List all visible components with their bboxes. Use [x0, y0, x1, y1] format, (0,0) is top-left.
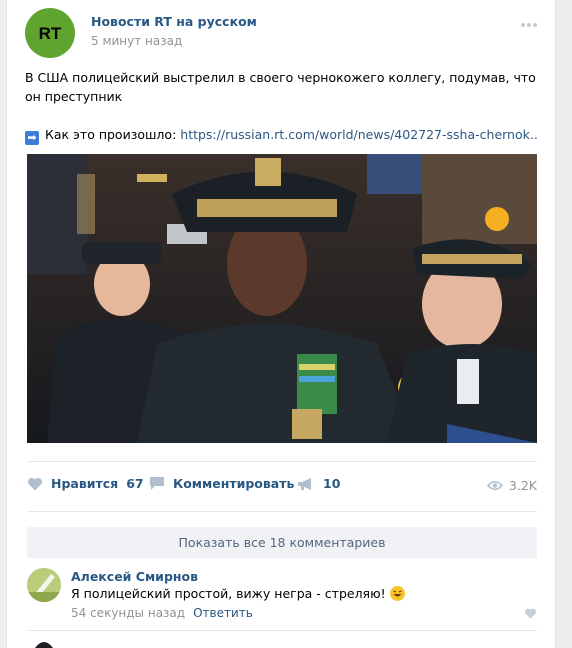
share-count: 10: [323, 476, 341, 491]
avatar-partial-icon: [35, 642, 53, 648]
views-counter: 3.2K: [486, 478, 537, 493]
post-photo[interactable]: [27, 154, 537, 443]
laughing-emoji-icon: [389, 586, 405, 601]
post-time[interactable]: 5 минут назад: [91, 34, 182, 48]
article-link[interactable]: https://russian.rt.com/world/news/402727…: [180, 127, 538, 142]
comment-like-button[interactable]: [524, 608, 537, 623]
comment-author-link[interactable]: Алексей Смирнов: [71, 569, 198, 584]
comment-avatar[interactable]: [27, 568, 61, 602]
group-name-link[interactable]: Новости RT на русском: [91, 14, 257, 29]
rt-logo-icon: RT: [39, 24, 62, 42]
svg-text:RT: RT: [39, 24, 62, 42]
actions-divider: [27, 461, 537, 462]
comment-label: Комментировать: [173, 476, 295, 491]
comment-text: Я полицейский простой, вижу негра - стре…: [71, 586, 405, 601]
photo-police-officers-icon: [27, 154, 537, 443]
show-all-comments-button[interactable]: Показать все 18 комментариев: [27, 527, 537, 558]
reply-button[interactable]: Ответить: [193, 606, 253, 620]
like-button[interactable]: Нравится 67: [27, 476, 144, 491]
megaphone-icon: [298, 477, 311, 490]
like-label: Нравится: [51, 476, 119, 491]
group-avatar[interactable]: RT: [25, 8, 75, 58]
like-count: 67: [126, 476, 144, 491]
heart-icon: [524, 608, 537, 619]
comment-meta: 54 секунды назад Ответить: [71, 606, 253, 620]
post-actions: Нравится 67 Комментировать 10 3.2K: [27, 472, 537, 500]
post-text: В США полицейский выстрелил в своего чер…: [25, 70, 536, 104]
next-comment-partial: [27, 632, 537, 648]
heart-icon: [27, 477, 43, 490]
share-button[interactable]: 10: [297, 476, 340, 491]
comment-divider: [27, 630, 537, 631]
right-arrow-emoji-icon: ➡: [25, 131, 39, 145]
post-link-line: ➡ Как это произошло: https://russian.rt.c…: [25, 125, 545, 145]
views-count: 3.2K: [508, 478, 537, 493]
eye-icon: [486, 480, 503, 491]
comment-button[interactable]: Комментировать: [149, 476, 294, 491]
avatar-image-icon: [27, 568, 61, 602]
comment-time[interactable]: 54 секунды назад: [71, 606, 185, 620]
comment-item: Алексей Смирнов Я полицейский простой, в…: [27, 566, 537, 626]
link-prefix: Как это произошло:: [45, 127, 177, 142]
comment-text-content: Я полицейский простой, вижу негра - стре…: [71, 586, 386, 601]
comment-icon: [150, 477, 164, 490]
post-header: RT Новости RT на русском 5 минут назад: [25, 8, 545, 60]
comments-divider: [27, 511, 537, 512]
more-options-icon[interactable]: [521, 16, 543, 27]
post-card: RT Новости RT на русском 5 минут назад В…: [6, 0, 556, 648]
